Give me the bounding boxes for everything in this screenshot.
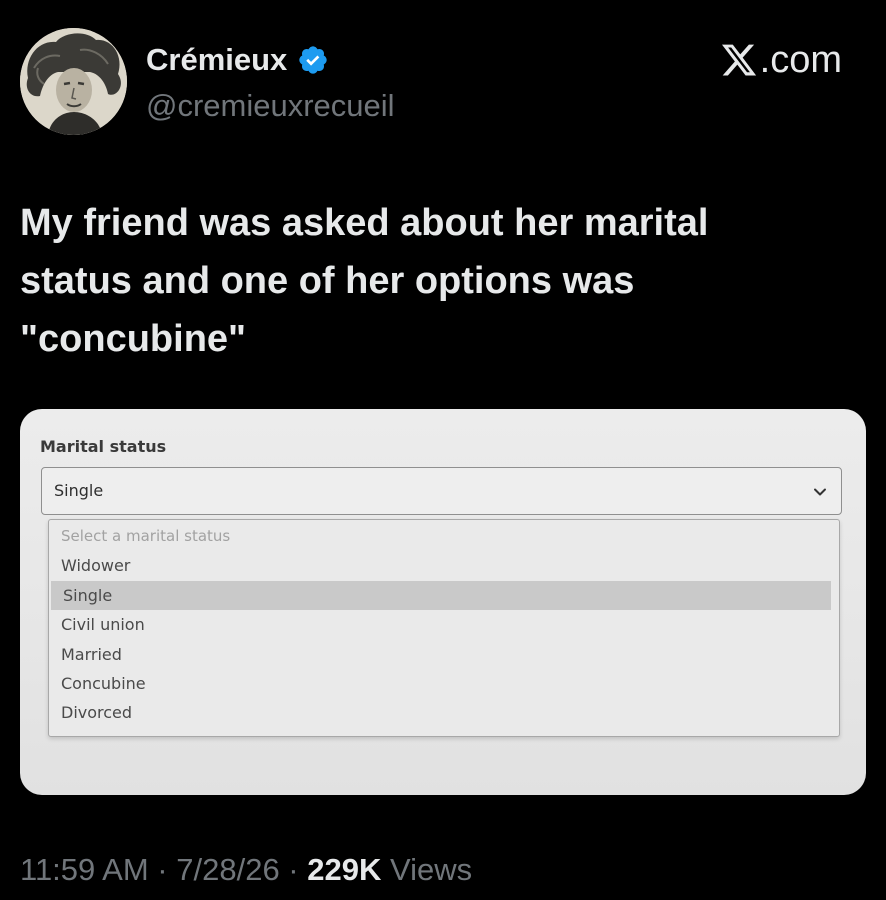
- select-value: Single: [54, 481, 104, 500]
- tweet-meta: 11:59 AM · 7/28/26 · 229K Views: [20, 850, 472, 890]
- views-count: 229K: [307, 852, 382, 887]
- chevron-down-icon[interactable]: [813, 485, 827, 499]
- verified-badge-icon[interactable]: [297, 44, 329, 76]
- dropdown-option-civil-union[interactable]: Civil union: [49, 610, 831, 639]
- dropdown-option-divorced[interactable]: Divorced: [49, 698, 831, 727]
- tweet-text: My friend was asked about her marital st…: [20, 202, 709, 360]
- tweet-photo[interactable]: Marital status Single Select a marital s…: [20, 409, 866, 795]
- meta-separator: ·: [148, 852, 177, 887]
- dropdown-option-concubine[interactable]: Concubine: [49, 669, 831, 698]
- dropdown-option-widower[interactable]: Widower: [49, 551, 831, 580]
- tweet-time[interactable]: 11:59 AM: [20, 852, 149, 887]
- views-label: Views: [389, 852, 473, 887]
- dropdown-option-married[interactable]: Married: [49, 640, 831, 669]
- author-handle[interactable]: @cremieuxrecueil: [146, 86, 395, 126]
- dropdown-option-single[interactable]: Single: [51, 581, 831, 610]
- brand-watermark: .com: [720, 38, 842, 82]
- tweet-date[interactable]: 7/28/26: [176, 852, 279, 887]
- meta-separator-2: ·: [279, 852, 308, 887]
- display-name[interactable]: Crémieux: [146, 40, 287, 80]
- dropdown-list: Select a marital status Widower Single C…: [48, 519, 840, 737]
- author-name-row[interactable]: Crémieux: [146, 40, 329, 80]
- dropdown-option-placeholder[interactable]: Select a marital status: [49, 522, 831, 551]
- marital-status-select[interactable]: Single: [41, 467, 842, 515]
- x-logo-icon: [721, 44, 756, 76]
- avatar-portrait: [20, 28, 127, 135]
- brand-label: .com: [759, 39, 842, 81]
- avatar[interactable]: [20, 28, 127, 135]
- field-label: Marital status: [40, 437, 167, 456]
